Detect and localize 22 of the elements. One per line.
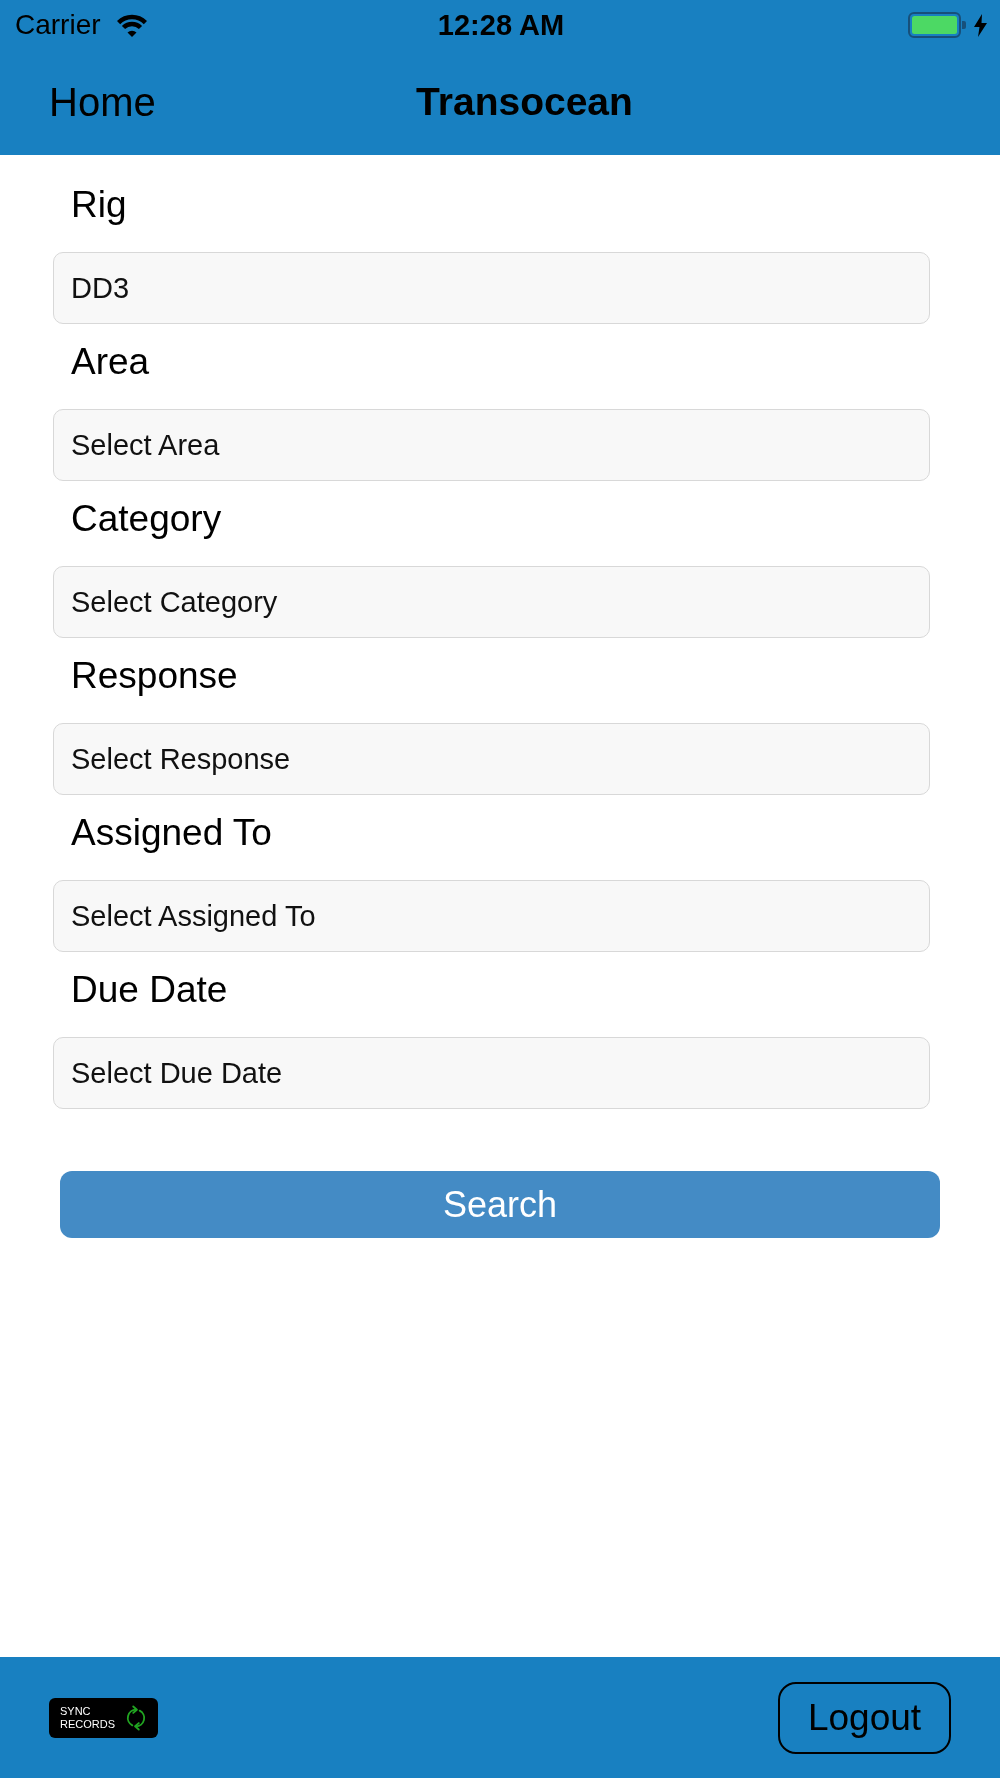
select-field[interactable]: Select Due Date: [53, 1037, 930, 1109]
select-field[interactable]: DD3: [53, 252, 930, 324]
field-label: Response: [71, 654, 238, 698]
select-field[interactable]: Select Assigned To: [53, 880, 930, 952]
logout-button[interactable]: Logout: [778, 1681, 951, 1754]
refresh-arrows-icon: [124, 1703, 148, 1732]
field-label: Area: [71, 340, 150, 384]
search-button[interactable]: Search: [60, 1171, 940, 1238]
carrier-label: Carrier: [15, 9, 101, 41]
select-field[interactable]: Select Category: [53, 566, 930, 638]
select-field[interactable]: Select Area: [53, 409, 930, 481]
field-label: Category: [71, 497, 222, 541]
field-label: Rig: [71, 183, 127, 227]
field-label: Due Date: [71, 968, 228, 1012]
select-field[interactable]: Select Response: [53, 723, 930, 795]
sync-records-button[interactable]: SYNC RECORDS: [49, 1697, 158, 1738]
page-title: Transocean: [416, 78, 633, 125]
status-time: 12:28 AM: [437, 9, 565, 41]
battery-icon: [908, 12, 966, 38]
wifi-icon: [114, 12, 149, 38]
field-label: Assigned To: [71, 811, 272, 855]
home-link[interactable]: Home: [49, 78, 156, 125]
